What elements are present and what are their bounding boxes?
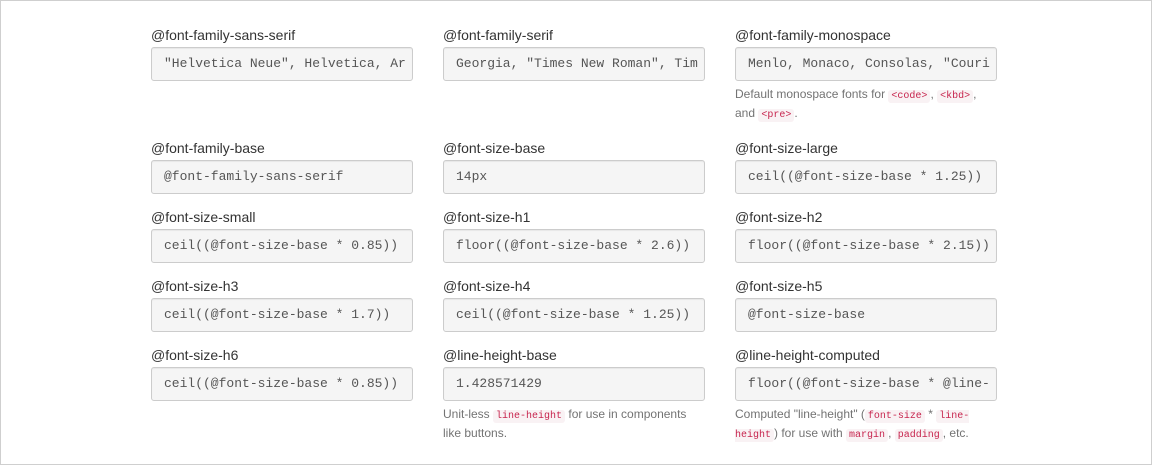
field-label: @font-size-h1: [443, 209, 531, 225]
help-text: Default monospace fonts for <code>, <kbd…: [735, 86, 997, 124]
help-text-part: ,: [888, 426, 895, 440]
help-text-part: *: [924, 407, 937, 421]
font-size-base-input[interactable]: 14px: [443, 160, 705, 194]
code-tag: line-height: [493, 410, 566, 423]
code-tag: font-size: [864, 410, 925, 423]
font-size-h4-input[interactable]: ceil((@font-size-base * 1.25)): [443, 298, 705, 332]
field-label: @font-size-h4: [443, 278, 531, 294]
font-family-sans-serif-input[interactable]: "Helvetica Neue", Helvetica, Ar: [151, 47, 413, 81]
font-family-monospace-input[interactable]: Menlo, Monaco, Consolas, "Couri: [735, 47, 997, 81]
line-height-computed-input[interactable]: floor((@font-size-base * @line-: [735, 367, 997, 401]
font-size-small-input[interactable]: ceil((@font-size-base * 0.85)): [151, 229, 413, 263]
font-size-h6-input[interactable]: ceil((@font-size-base * 0.85)): [151, 367, 413, 401]
font-family-base-input[interactable]: @font-family-sans-serif: [151, 160, 413, 194]
field-label: @line-height-base: [443, 347, 557, 363]
font-size-large-input[interactable]: ceil((@font-size-base * 1.25)): [735, 160, 997, 194]
code-tag: <kbd>: [937, 90, 974, 103]
field-label: @font-size-h3: [151, 278, 239, 294]
field-label: @font-size-large: [735, 140, 838, 156]
field-label: @font-size-base: [443, 140, 546, 156]
field-label: @font-family-base: [151, 140, 265, 156]
field-label: @font-size-h2: [735, 209, 823, 225]
font-size-h5-input[interactable]: @font-size-base: [735, 298, 997, 332]
code-tag: <pre>: [758, 109, 795, 122]
line-height-base-input[interactable]: 1.428571429: [443, 367, 705, 401]
field-label: @font-size-h6: [151, 347, 239, 363]
help-text-part: , etc.: [942, 426, 969, 440]
help-text: Computed "line-height" (font-size * line…: [735, 406, 997, 444]
help-text-part: Unit-less: [443, 407, 494, 421]
help-text-part: .: [794, 106, 798, 120]
font-size-h3-input[interactable]: ceil((@font-size-base * 1.7)): [151, 298, 413, 332]
field-label: @font-size-h5: [735, 278, 823, 294]
field-label: @font-family-sans-serif: [151, 27, 296, 43]
field-label: @font-family-serif: [443, 27, 553, 43]
code-tag: padding: [894, 429, 943, 442]
help-text-part: ) for use with: [774, 426, 847, 440]
field-label: @line-height-computed: [735, 347, 880, 363]
field-label: @font-size-small: [151, 209, 256, 225]
help-text-part: Computed "line-height" (: [735, 407, 865, 421]
help-text-part: Default monospace fonts for: [735, 87, 889, 101]
font-size-h2-input[interactable]: floor((@font-size-base * 2.15)): [735, 229, 997, 263]
font-family-serif-input[interactable]: Georgia, "Times New Roman", Tim: [443, 47, 705, 81]
font-size-h1-input[interactable]: floor((@font-size-base * 2.6)): [443, 229, 705, 263]
help-text: Unit-less line-height for use in compone…: [443, 406, 705, 442]
field-label: @font-family-monospace: [735, 27, 891, 43]
code-tag: margin: [846, 429, 889, 442]
code-tag: <code>: [888, 90, 931, 103]
